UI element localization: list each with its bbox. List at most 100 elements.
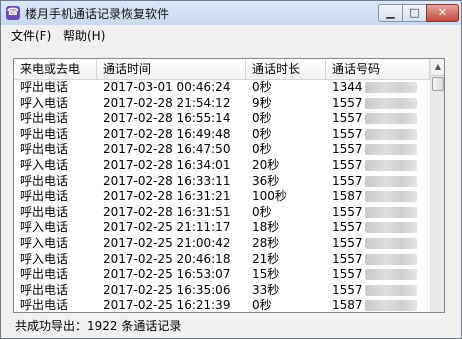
menu-file[interactable]: 文件(F)	[11, 27, 51, 44]
table-row[interactable]: 呼出电话 2017-02-28 16:47:50 0秒 1557	[14, 142, 430, 158]
cell-direction: 呼出电话	[14, 142, 97, 158]
table-row[interactable]: 呼出电话 2017-02-25 16:35:06 33秒 1557	[14, 283, 430, 299]
table-row[interactable]: 呼出电话 2017-02-28 16:31:51 0秒 1557	[14, 205, 430, 221]
cell-duration-text: 0秒	[252, 80, 272, 94]
cell-duration: 0秒	[246, 205, 326, 221]
redacted-number-blur	[364, 144, 417, 156]
cell-duration: 21秒	[246, 252, 326, 268]
cell-duration-text: 28秒	[252, 235, 280, 250]
table-row[interactable]: 呼出电话 2017-02-28 16:33:11 36秒 1557	[14, 174, 430, 190]
cell-number: 1557	[326, 236, 430, 252]
cell-direction-text: 呼出电话	[20, 298, 69, 313]
cell-number: 1557	[326, 174, 430, 190]
cell-direction: 呼出电话	[14, 189, 97, 205]
cell-duration: 0秒	[246, 298, 326, 312]
cell-duration: 9秒	[246, 96, 326, 112]
cell-time: 2017-02-28 16:47:50	[97, 142, 246, 158]
cell-time-text: 2017-02-25 16:53:07	[103, 267, 231, 282]
close-button[interactable]: ✕	[426, 4, 459, 22]
cell-duration-text: 36秒	[252, 173, 280, 188]
cell-number: 1557	[326, 220, 430, 236]
scrollbar-thumb[interactable]	[432, 77, 444, 91]
cell-time: 2017-02-25 21:00:42	[97, 236, 246, 252]
cell-duration: 0秒	[246, 127, 326, 143]
column-header-number[interactable]: 通话号码	[326, 59, 430, 79]
cell-time-text: 2017-02-25 16:35:06	[103, 282, 231, 297]
cell-time: 2017-02-25 16:53:07	[97, 267, 246, 283]
cell-number-text: 1557	[332, 157, 363, 172]
column-header-direction[interactable]: 来电或去电	[14, 59, 97, 79]
cell-number: 1557	[326, 267, 430, 283]
cell-direction-text: 呼出电话	[20, 189, 69, 204]
cell-duration: 33秒	[246, 283, 326, 299]
table-row[interactable]: 呼入电话 2017-02-25 21:00:42 28秒 1557	[14, 236, 430, 252]
cell-number: 1557	[326, 96, 430, 112]
cell-duration-text: 100秒	[252, 189, 287, 204]
table-row[interactable]: 呼出电话 2017-02-25 16:21:39 0秒 1587	[14, 298, 430, 313]
scroll-up-arrow-icon[interactable]: ▲	[431, 59, 444, 76]
cell-direction: 呼出电话	[14, 127, 97, 143]
cell-number: 1557	[326, 127, 430, 143]
cell-direction: 呼出电话	[14, 111, 97, 127]
redacted-number-blur	[364, 284, 417, 296]
redacted-number-blur	[364, 237, 417, 249]
cell-duration-text: 0秒	[252, 111, 272, 126]
cell-direction-text: 呼出电话	[20, 282, 69, 297]
call-log-table[interactable]: 来电或去电 通话时间 通话时长 通话号码 呼出电话 2017-03-01 00:4…	[13, 58, 445, 313]
cell-number: 1557	[326, 142, 430, 158]
status-text: 共成功导出：1922 条通话记录	[15, 319, 182, 333]
cell-time: 2017-02-25 21:11:17	[97, 220, 246, 236]
cell-direction-text: 呼出电话	[20, 111, 69, 126]
menu-bar: 文件(F) 帮助(H)	[1, 25, 461, 44]
table-row[interactable]: 呼出电话 2017-02-28 16:55:14 0秒 1557	[14, 111, 430, 127]
table-row[interactable]: 呼入电话 2017-02-28 21:54:12 9秒 1557	[14, 96, 430, 112]
table-row[interactable]: 呼出电话 2017-02-28 16:49:48 0秒 1557	[14, 127, 430, 143]
phone-app-icon: ☎	[6, 6, 20, 20]
cell-duration-text: 0秒	[252, 204, 272, 219]
table-header: 来电或去电 通话时间 通话时长 通话号码	[14, 59, 430, 80]
cell-duration: 36秒	[246, 174, 326, 190]
cell-time-text: 2017-02-28 16:33:11	[103, 173, 231, 188]
app-window: ☎ 楼月手机通话记录恢复软件 ▁ □ ✕ 文件(F) 帮助(H) 来电或去电 通…	[0, 0, 462, 339]
cell-number-text: 1557	[332, 251, 363, 266]
cell-time-text: 2017-02-28 16:55:14	[103, 111, 231, 126]
cell-direction: 呼出电话	[14, 267, 97, 283]
cell-duration: 28秒	[246, 236, 326, 252]
cell-number-text: 1557	[332, 126, 363, 141]
cell-duration-text: 18秒	[252, 220, 280, 235]
cell-time-text: 2017-02-28 21:54:12	[103, 95, 231, 110]
cell-direction: 呼出电话	[14, 174, 97, 190]
title-bar[interactable]: ☎ 楼月手机通话记录恢复软件 ▁ □ ✕	[1, 1, 461, 25]
table-row[interactable]: 呼出电话 2017-03-01 00:46:24 0秒 1344	[14, 80, 430, 96]
minimize-button[interactable]: ▁	[378, 4, 403, 22]
cell-time: 2017-02-28 16:33:11	[97, 174, 246, 190]
cell-direction-text: 呼入电话	[20, 95, 69, 110]
cell-time-text: 2017-02-28 16:34:01	[103, 157, 231, 172]
table-row[interactable]: 呼出电话 2017-02-28 16:31:21 100秒 1587	[14, 189, 430, 205]
cell-duration-text: 0秒	[252, 142, 272, 157]
table-row[interactable]: 呼入电话 2017-02-28 16:34:01 20秒 1557	[14, 158, 430, 174]
cell-direction-text: 呼入电话	[20, 235, 69, 250]
cell-duration: 0秒	[246, 111, 326, 127]
cell-time-text: 2017-02-25 21:00:42	[103, 235, 231, 250]
cell-number-text: 1557	[332, 111, 363, 126]
cell-time: 2017-02-28 21:54:12	[97, 96, 246, 112]
cell-time-text: 2017-02-25 21:11:17	[103, 220, 231, 235]
redacted-number-blur	[364, 128, 417, 140]
window-title: 楼月手机通话记录恢复软件	[25, 7, 170, 21]
cell-time: 2017-02-25 16:35:06	[97, 283, 246, 299]
cell-number: 1587	[326, 298, 430, 312]
maximize-button[interactable]: □	[402, 4, 427, 22]
cell-direction-text: 呼出电话	[20, 126, 69, 141]
cell-direction: 呼入电话	[14, 158, 97, 174]
column-header-duration[interactable]: 通话时长	[246, 59, 326, 79]
cell-duration-text: 0秒	[252, 126, 272, 141]
menu-help[interactable]: 帮助(H)	[63, 27, 105, 44]
vertical-scrollbar[interactable]: ▲	[430, 59, 444, 312]
table-row[interactable]: 呼入电话 2017-02-25 20:46:18 21秒 1557	[14, 252, 430, 268]
table-row[interactable]: 呼出电话 2017-02-25 16:53:07 15秒 1557	[14, 267, 430, 283]
table-row[interactable]: 呼入电话 2017-02-25 21:11:17 18秒 1557	[14, 220, 430, 236]
column-header-time[interactable]: 通话时间	[97, 59, 246, 79]
cell-duration-text: 15秒	[252, 267, 280, 282]
cell-direction: 呼出电话	[14, 205, 97, 221]
